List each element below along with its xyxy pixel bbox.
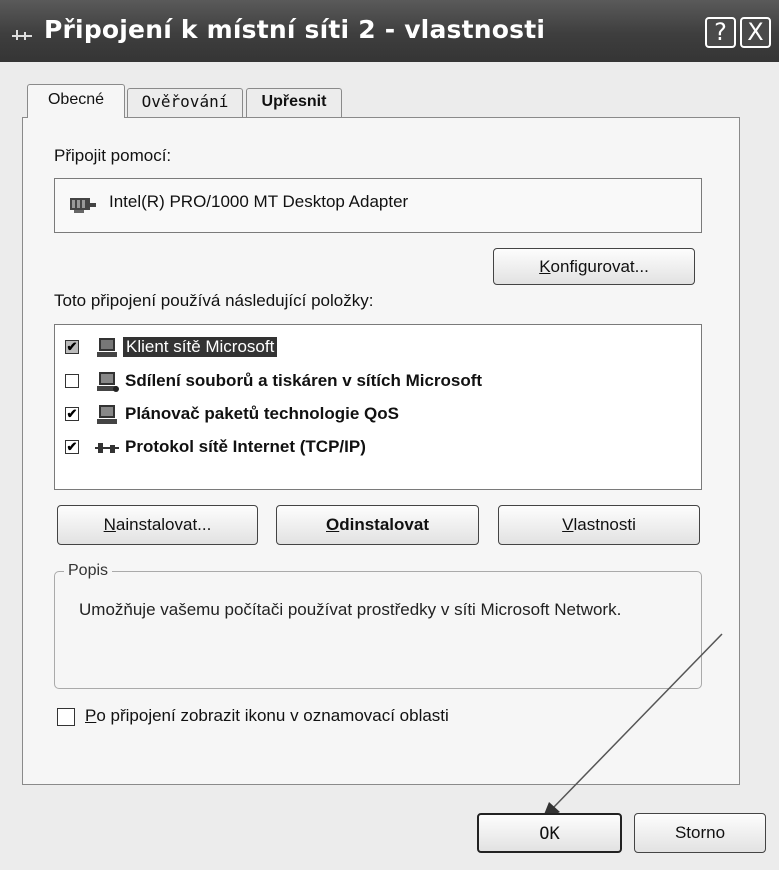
tcpip-checkbox[interactable]: ✔ (65, 440, 79, 454)
packet-scheduler-icon (97, 405, 117, 424)
adapter-name: Intel(R) PRO/1000 MT Desktop Adapter (109, 192, 409, 211)
qos-label: Plánovač paketů technologie QoS (125, 404, 399, 423)
uninstall-accel: O (326, 515, 340, 534)
configure-button[interactable]: Konfigurovat... (493, 248, 695, 285)
show-icon-accel: P (85, 706, 97, 725)
items-label-pre: Toto připo (54, 291, 129, 310)
properties-label: lastnosti (573, 515, 636, 534)
install-button[interactable]: Nainstalovat... (57, 505, 258, 545)
properties-button[interactable]: Vlastnosti (498, 505, 700, 545)
file-printer-sharing-icon (97, 372, 119, 392)
components-list[interactable]: ✔ Klient sítě Microsoft Sdílení souborů … (54, 324, 702, 490)
properties-dialog: Připojení k místní síti 2 - vlastnosti ?… (0, 0, 779, 870)
cancel-button[interactable]: Storno (634, 813, 766, 853)
install-label: ainstalovat... (115, 515, 212, 534)
client-checkbox[interactable]: ✔ (65, 340, 79, 354)
adapter-field: Intel(R) PRO/1000 MT Desktop Adapter (54, 178, 702, 233)
description-group (54, 571, 702, 689)
show-icon-label: Po připojení zobrazit ikonu v oznamovací… (85, 706, 449, 726)
description-text: Umožňuje vašemu počítači používat prostř… (79, 600, 622, 619)
file-sharing-checkbox[interactable] (65, 374, 79, 388)
network-client-icon (97, 338, 117, 357)
install-accel: N (103, 515, 116, 534)
network-adapter-icon (70, 198, 96, 213)
protocol-icon (95, 443, 119, 453)
show-icon-checkbox[interactable] (57, 708, 75, 726)
items-label: Toto připojení používá následující polož… (54, 291, 373, 311)
tcpip-label: Protokol sítě Internet (TCP/IP) (125, 437, 366, 456)
qos-checkbox[interactable]: ✔ (65, 407, 79, 421)
connect-using-label: Připojit pomocí: (54, 146, 172, 165)
ok-button[interactable]: OK (477, 813, 622, 853)
uninstall-label: dinstalovat (339, 515, 429, 534)
items-label-post: ení používá následující položky: (132, 291, 374, 310)
properties-accel: V (562, 515, 574, 534)
configure-label: onfigurovat... (550, 257, 649, 276)
uninstall-button[interactable]: Odinstalovat (276, 505, 479, 545)
file-sharing-label: Sdílení souborů a tiskáren v sítích Micr… (125, 371, 483, 390)
client-label: Klient sítě Microsoft (123, 337, 278, 357)
show-icon-text: o připojení zobrazit ikonu v oznamovací … (96, 706, 449, 725)
configure-accel: K (539, 257, 551, 276)
description-group-title: Popis (64, 562, 113, 580)
